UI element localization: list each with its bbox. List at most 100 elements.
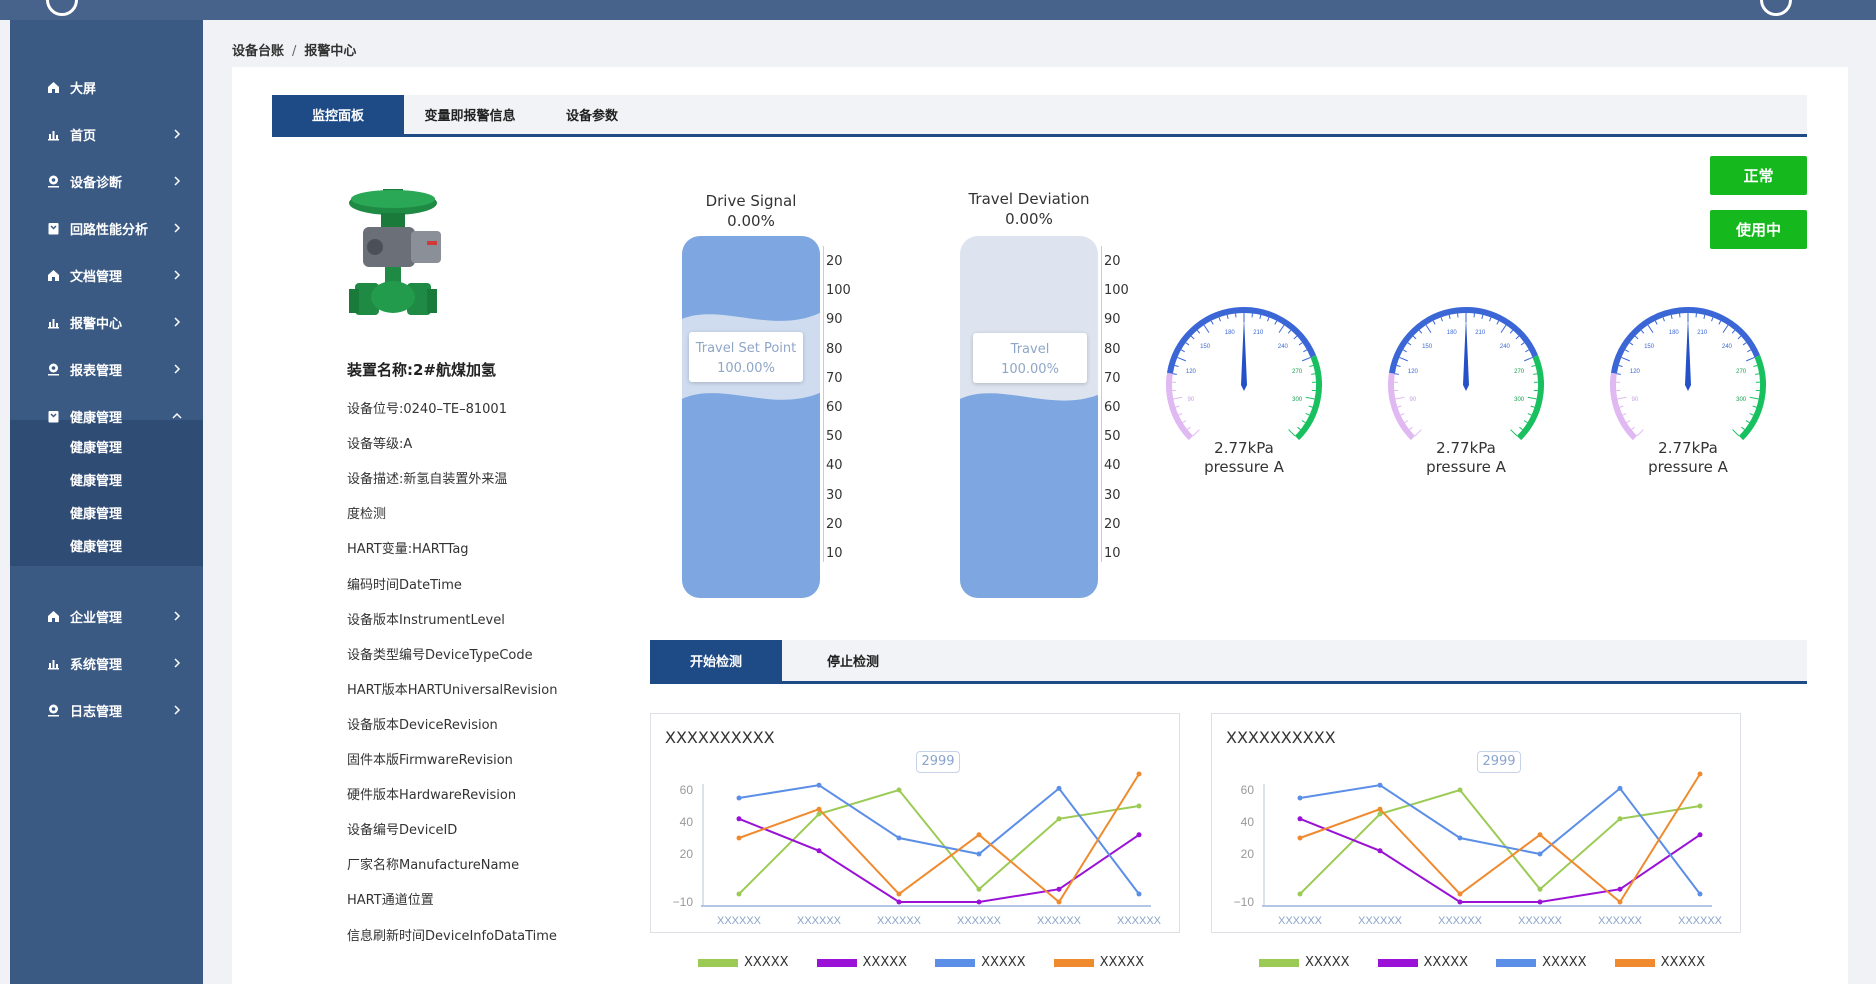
dial-tick [1640,329,1645,334]
data-point[interactable] [896,899,902,905]
data-point[interactable] [736,891,742,897]
tube-tick-label: 90 [826,312,843,328]
dial-tick [1174,364,1179,368]
data-point[interactable] [1457,899,1463,905]
sidebar-item[interactable]: 首页 [10,114,203,154]
breadcrumb-root[interactable]: 设备台账 [232,44,284,59]
normal-status-button[interactable]: 正常 [1710,156,1807,195]
data-point[interactable] [1537,899,1543,905]
legend-item[interactable]: XXXXX [1053,955,1144,970]
legend-item[interactable]: XXXXX [1614,955,1705,970]
data-point[interactable] [1377,782,1383,788]
dial-needle [1463,317,1469,391]
sidebar-item[interactable]: 报警中心 [10,302,203,342]
data-point[interactable] [1537,851,1543,857]
data-point[interactable] [1617,899,1623,905]
data-point[interactable] [1697,891,1703,897]
dial-value: 2.77kPa [1436,439,1496,457]
data-point[interactable] [1056,816,1062,822]
data-point[interactable] [976,899,982,905]
data-point[interactable] [896,787,902,793]
data-point[interactable] [1056,785,1062,791]
device-field: 信息刷新时间DeviceInfoDataTime [347,928,557,944]
data-point[interactable] [1457,835,1463,841]
data-point[interactable] [1697,803,1703,809]
data-point[interactable] [1697,771,1703,777]
legend-label: XXXXX [1542,955,1587,970]
data-point[interactable] [1297,891,1303,897]
sidebar-item[interactable]: 文档管理 [10,255,203,295]
user-avatar[interactable] [1760,0,1792,16]
data-point[interactable] [816,806,822,812]
tab-monitor-panel[interactable]: 监控面板 [272,95,404,134]
data-point[interactable] [736,795,742,801]
submenu-item[interactable]: 健康管理 [70,437,122,456]
data-point[interactable] [896,891,902,897]
tooltip-value: 2999 [1482,754,1516,769]
data-point[interactable] [976,832,982,838]
data-point[interactable] [1617,785,1623,791]
dial-tick [1742,342,1747,346]
tube-tick-label: 100 [1104,283,1129,299]
data-point[interactable] [1136,832,1142,838]
data-point[interactable] [896,835,902,841]
legend-item[interactable]: XXXXX [1377,955,1468,970]
dial-tick [1496,320,1500,325]
data-point[interactable] [1056,899,1062,905]
data-point[interactable] [1457,787,1463,793]
sidebar-item-label: 设备诊断 [70,175,123,191]
data-point[interactable] [816,848,822,854]
sidebar-item[interactable]: 系统管理 [10,643,203,683]
submenu-item[interactable]: 健康管理 [70,470,122,489]
dial-tick [1192,429,1200,437]
sidebar-item[interactable]: 回路性能分析 [10,208,203,248]
data-point[interactable] [1297,795,1303,801]
data-point[interactable] [736,835,742,841]
dial-tick [1531,364,1536,368]
sidebar-item[interactable]: 报表管理 [10,349,203,389]
data-point[interactable] [1617,886,1623,892]
data-point[interactable] [1617,816,1623,822]
data-point[interactable] [1136,891,1142,897]
in-use-status-button[interactable]: 使用中 [1710,210,1807,249]
legend-item[interactable]: XXXXX [1259,955,1350,970]
top-bar [0,0,1876,20]
data-point[interactable] [976,886,982,892]
data-point[interactable] [976,851,982,857]
legend-item[interactable]: XXXXX [698,955,789,970]
data-point[interactable] [1136,771,1142,777]
sidebar-item[interactable]: 企业管理 [10,596,203,636]
data-point[interactable] [1537,832,1543,838]
submenu-item[interactable]: 健康管理 [70,503,122,522]
data-point[interactable] [1537,886,1543,892]
sidebar-item[interactable]: 日志管理 [10,690,203,730]
data-point[interactable] [1297,816,1303,822]
data-point[interactable] [1377,848,1383,854]
legend-item[interactable]: XXXXX [816,955,907,970]
dial-scale-label: 90 [1410,397,1417,403]
data-point[interactable] [1457,891,1463,897]
legend-item[interactable]: XXXXX [935,955,1026,970]
data-point[interactable] [1136,803,1142,809]
data-point[interactable] [1697,832,1703,838]
sidebar-item[interactable]: 健康管理 [10,396,203,436]
tab-stop-detect[interactable]: 停止检测 [782,640,924,681]
x-tick-label: XXXXXX [1518,915,1563,927]
tab-device-params[interactable]: 设备参数 [536,95,648,134]
data-point[interactable] [816,782,822,788]
sidebar-item[interactable]: 大屏 [10,67,203,107]
data-point[interactable] [1056,886,1062,892]
data-point[interactable] [736,816,742,822]
legend-item[interactable]: XXXXX [1496,955,1587,970]
tab-start-detect[interactable]: 开始检测 [650,640,782,681]
tab-variable-alarm[interactable]: 变量即报警信息 [404,95,536,134]
sidebar: 健康管理 健康管理 健康管理 健康管理 大屏 首页 设备诊断 回路性能分析 文档管理 报警中心报… [10,20,203,984]
dial-readout: 2.77kPa pressure A [1608,439,1768,477]
sidebar-item-label: 企业管理 [70,610,123,626]
dial-tick [1519,426,1523,430]
data-point[interactable] [1377,806,1383,812]
tube-tick-label: 20 [826,254,843,269]
sidebar-item[interactable]: 设备诊断 [10,161,203,201]
submenu-item[interactable]: 健康管理 [70,536,122,555]
data-point[interactable] [1297,835,1303,841]
